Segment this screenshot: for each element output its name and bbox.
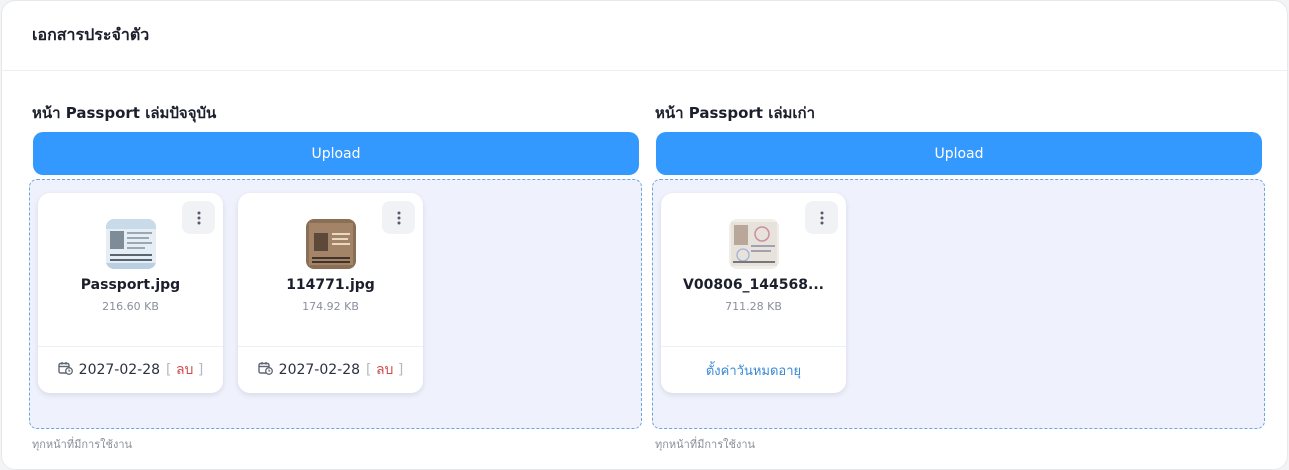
file-size: 711.28 KB	[725, 300, 782, 313]
file-thumbnail[interactable]	[305, 219, 356, 269]
file-size: 174.92 KB	[302, 300, 359, 313]
old-passport-section: หน้า Passport เล่มเก่า Upload V00806_144…	[652, 99, 1265, 453]
section-title: หน้า Passport เล่มปัจจุบัน	[32, 104, 217, 122]
panel-header: เอกสารประจำตัว	[2, 1, 1287, 71]
helper-text: ทุกหน้าที่มีการใช้งาน	[655, 438, 756, 451]
card-footer: 2027-02-28 [ ลบ ]	[38, 347, 223, 393]
upload-button[interactable]: Upload	[656, 132, 1262, 175]
section-title: หน้า Passport เล่มเก่า	[655, 104, 816, 122]
file-card[interactable]: V00806_144568... 711.28 KB ตั้งค่าวันหมด…	[661, 193, 846, 393]
more-vertical-icon[interactable]	[805, 201, 838, 234]
helper-text: ทุกหน้าที่มีการใช้งาน	[32, 438, 133, 451]
set-expiry-link[interactable]: ตั้งค่าวันหมดอายุ	[706, 360, 801, 381]
card-footer: ตั้งค่าวันหมดอายุ	[661, 347, 846, 393]
page-title: เอกสารประจำตัว	[32, 25, 150, 44]
current-passport-section: หน้า Passport เล่มปัจจุบัน Upload Passpo…	[29, 99, 642, 453]
file-thumbnail[interactable]	[105, 219, 156, 269]
calendar-clock-icon	[57, 361, 73, 379]
upload-button[interactable]: Upload	[33, 132, 639, 175]
card-footer: 2027-02-28 [ ลบ ]	[238, 347, 423, 393]
calendar-clock-icon	[257, 361, 273, 379]
file-card[interactable]: 114771.jpg 174.92 KB 2027-02-28 [ ลบ ]	[238, 193, 423, 393]
file-thumbnail[interactable]	[728, 219, 779, 269]
file-size: 216.60 KB	[102, 300, 159, 313]
file-dropzone[interactable]: Passport.jpg 216.60 KB 2027-02-28 [ ลบ ]	[29, 179, 642, 429]
delete-date-link[interactable]: [ ลบ ]	[366, 359, 403, 381]
expiry-date: 2027-02-28	[78, 362, 161, 378]
more-vertical-icon[interactable]	[182, 201, 215, 234]
identity-documents-panel: เอกสารประจำตัว หน้า Passport เล่มปัจจุบั…	[1, 0, 1288, 470]
file-name: 114771.jpg	[286, 277, 375, 293]
file-name: V00806_144568...	[683, 277, 824, 293]
file-card[interactable]: Passport.jpg 216.60 KB 2027-02-28 [ ลบ ]	[38, 193, 223, 393]
expiry-date: 2027-02-28	[278, 362, 361, 378]
delete-date-link[interactable]: [ ลบ ]	[166, 359, 203, 381]
more-vertical-icon[interactable]	[382, 201, 415, 234]
file-name: Passport.jpg	[80, 277, 181, 293]
file-dropzone[interactable]: V00806_144568... 711.28 KB ตั้งค่าวันหมด…	[652, 179, 1265, 429]
